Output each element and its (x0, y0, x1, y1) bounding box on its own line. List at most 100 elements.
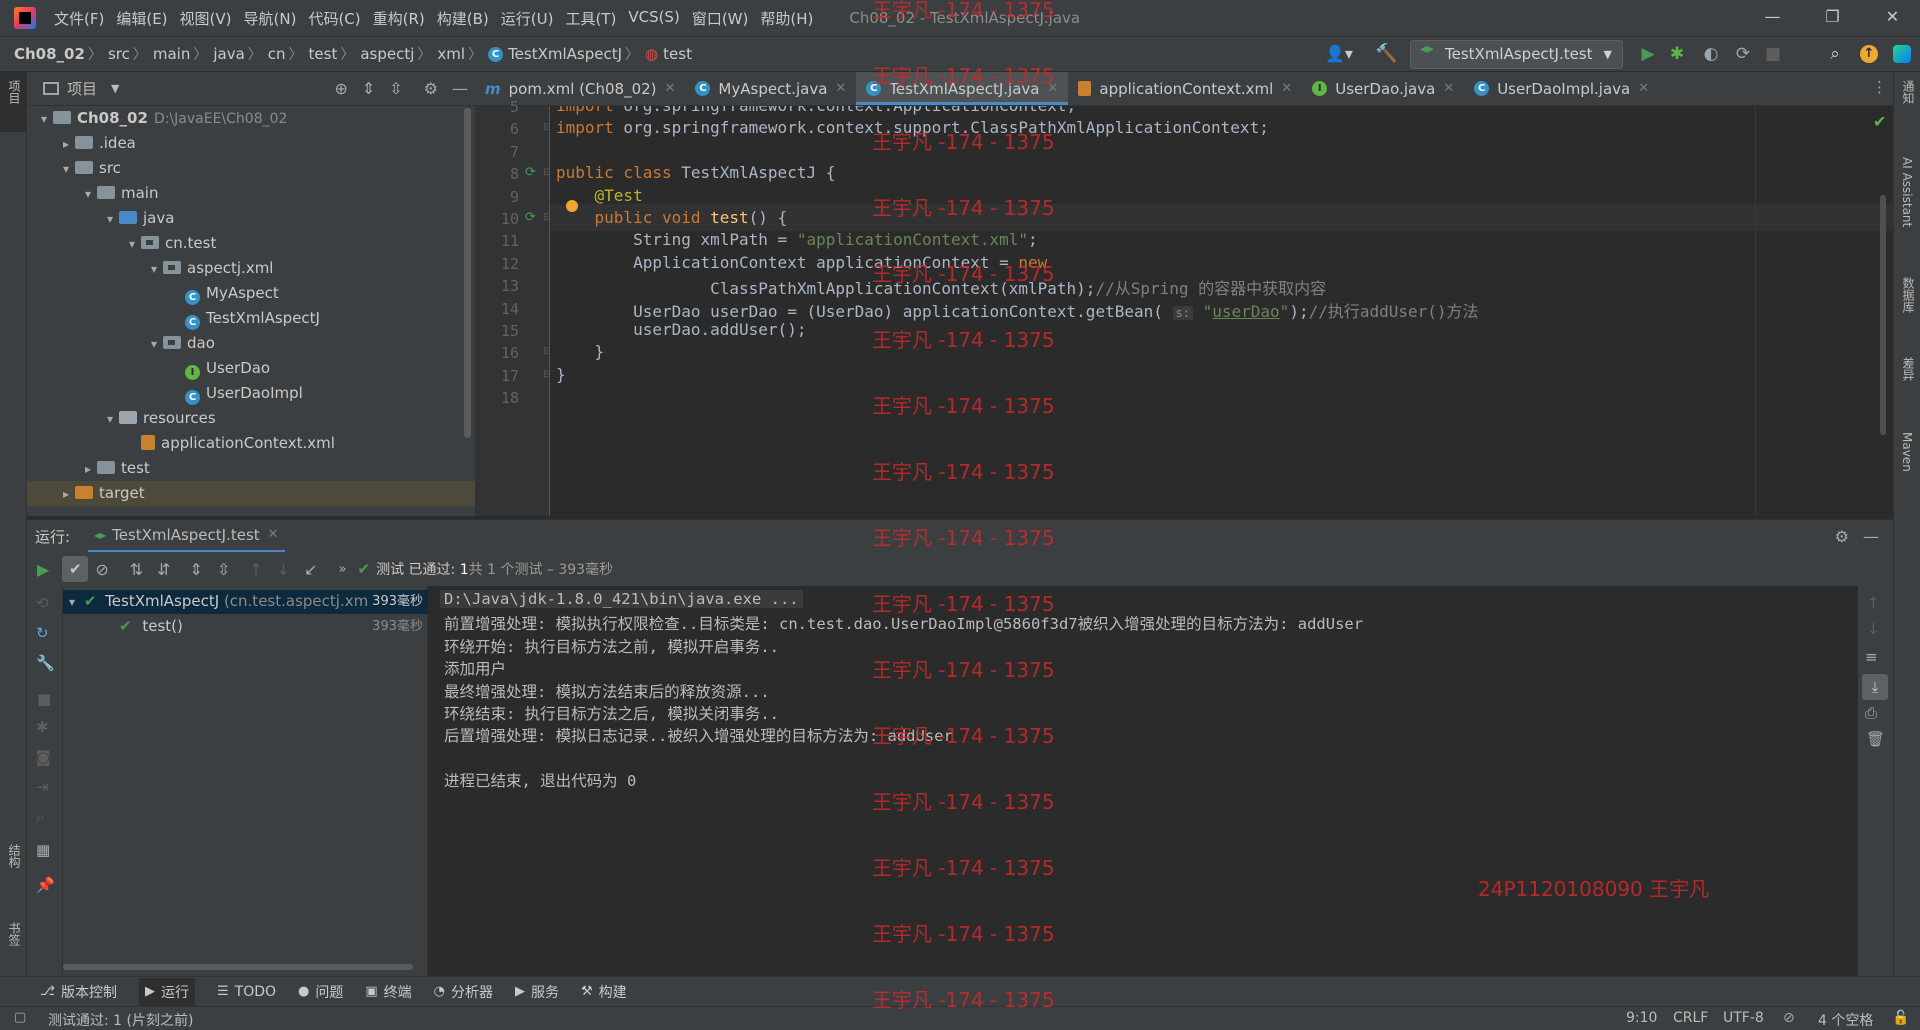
sort-alpha-icon[interactable]: ⇅ (130, 560, 143, 579)
menu-item-1[interactable]: 编辑(E) (116, 8, 167, 29)
editor-scrollbar[interactable] (1880, 195, 1886, 435)
breadcrumb-item[interactable]: test (663, 45, 692, 63)
next-failed-icon[interactable]: ↓ (277, 560, 290, 579)
locate-icon[interactable]: ⊕ (334, 79, 347, 98)
tree-item[interactable]: ▸ target (27, 481, 475, 506)
menu-item-8[interactable]: 工具(T) (565, 8, 616, 29)
breadcrumb-item[interactable]: Ch08_02 (14, 45, 85, 63)
tree-item[interactable]: C MyAspect (27, 281, 475, 306)
bottom-tab[interactable]: ⚒ 构建 (581, 982, 627, 1002)
console-output[interactable]: D:\Java\jdk-1.8.0_421\bin\java.exe ... 前置… (428, 586, 1858, 976)
stop-icon[interactable]: ■ (1762, 44, 1784, 64)
editor-tab[interactable]: C MyAspect.java ✕ (685, 72, 856, 105)
menu-item-9[interactable]: VCS(S) (628, 8, 679, 29)
code-line[interactable]: } (556, 365, 566, 384)
diff-tool-button[interactable]: 差异 (1900, 357, 1917, 381)
breadcrumb-item[interactable]: test (309, 45, 338, 63)
code-line[interactable]: public void test() { (556, 208, 788, 227)
search-icon[interactable]: ⌕ (36, 808, 44, 826)
menu-item-0[interactable]: 文件(F) (54, 8, 104, 29)
tree-h-scrollbar[interactable] (63, 964, 413, 970)
down-icon[interactable]: ↓ (1867, 620, 1880, 638)
chevron-icon[interactable]: ▾ (57, 157, 75, 182)
tree-item[interactable]: ▸ test (27, 456, 475, 481)
breadcrumb-item[interactable]: src (108, 45, 130, 63)
menu-item-2[interactable]: 视图(V) (180, 8, 232, 29)
more-icon[interactable]: » (339, 562, 347, 577)
structure-tool-button[interactable]: 结构 (6, 844, 23, 868)
breadcrumb-item[interactable]: java (213, 45, 244, 63)
bottom-tab[interactable]: ▣ 终端 (365, 982, 411, 1002)
caret-position[interactable]: 9:10 (1626, 1010, 1657, 1026)
tree-item[interactable]: ▾ Ch08_02 D:\JavaEE\Ch08_02 (27, 106, 475, 131)
status-message[interactable]: 测试通过: 1 (片刻之前) (48, 1010, 193, 1030)
chevron-icon[interactable]: ▸ (79, 457, 97, 482)
tree-item[interactable]: ▾ main (27, 181, 475, 206)
close-icon[interactable]: ✕ (665, 81, 676, 96)
minimize-button[interactable]: — (1745, 0, 1800, 36)
test-class-row[interactable]: ▾ ✔ TestXmlAspectJ (cn.test.aspectj.xm (69, 589, 368, 614)
tree-item[interactable]: ▸ .idea (27, 131, 475, 156)
tree-item[interactable]: I UserDao (27, 356, 475, 381)
show-passed-icon[interactable]: ✔ (62, 556, 89, 582)
chevron-icon[interactable]: ▾ (79, 182, 97, 207)
breadcrumb-item[interactable]: aspectj (360, 45, 414, 63)
bookmarks-tool-button[interactable]: 书签 (6, 922, 23, 946)
code-line[interactable]: } (556, 342, 605, 361)
chevron-icon[interactable]: ▾ (101, 207, 119, 232)
soft-wrap-icon[interactable]: ≡ (1865, 648, 1878, 666)
tree-item[interactable]: applicationContext.xml (27, 431, 475, 456)
bottom-tab[interactable]: ⎇ 版本控制 (40, 982, 117, 1002)
rerun-failed-icon[interactable]: ↻ (36, 624, 49, 642)
close-icon[interactable]: ✕ (835, 81, 846, 96)
editor-tab[interactable]: applicationContext.xml ✕ (1068, 72, 1302, 105)
expand-all-icon[interactable]: ⇕ (362, 79, 375, 98)
tree-item[interactable]: C TestXmlAspectJ (27, 306, 475, 331)
layout-icon[interactable]: ▦ (36, 841, 50, 859)
ai-assistant-tool-button[interactable]: AI Assistant (1900, 157, 1914, 227)
user-icon[interactable]: 👤▾ (1325, 44, 1353, 63)
tree-item[interactable]: ▾ resources (27, 406, 475, 431)
chevron-icon[interactable]: ▸ (57, 482, 75, 507)
trash-icon[interactable]: 🗑 (1866, 730, 1885, 748)
tree-item[interactable]: ▾ aspectj.xml (27, 256, 475, 281)
bottom-tab[interactable]: ▶ 服务 (515, 982, 559, 1002)
chevron-icon[interactable]: ▾ (101, 407, 119, 432)
breadcrumb-item[interactable]: TestXmlAspectJ (508, 45, 622, 63)
code-line[interactable]: UserDao userDao = (UserDao) applicationC… (556, 298, 1478, 322)
import-tests-icon[interactable]: ↙ (304, 560, 317, 579)
stop-icon[interactable]: ■ (37, 690, 51, 708)
coverage-icon[interactable]: ◐ (1700, 44, 1722, 64)
editor-tab[interactable]: I UserDao.java ✕ (1302, 72, 1464, 105)
tab-options-icon[interactable]: ⋮ (1872, 78, 1887, 96)
menu-item-7[interactable]: 运行(U) (501, 8, 554, 29)
hide-icon[interactable]: — (452, 79, 468, 98)
run-config-select[interactable]: TestXmlAspectJ.test ▼ (1410, 40, 1623, 69)
prev-failed-icon[interactable]: ↑ (249, 560, 262, 579)
updates-icon[interactable]: ↑ (1860, 45, 1878, 63)
file-encoding[interactable]: UTF-8 (1723, 1010, 1764, 1026)
project-tool-button[interactable]: 项目 (6, 80, 23, 104)
readonly-icon[interactable]: ⊘ (1783, 1010, 1795, 1026)
tree-scrollbar[interactable] (464, 108, 471, 438)
expand-all-icon[interactable]: ⇕ (190, 560, 203, 579)
collapse-all-icon[interactable]: ⇳ (389, 79, 402, 98)
breadcrumb-item[interactable]: xml (437, 45, 465, 63)
breadcrumb-item[interactable]: cn (268, 45, 286, 63)
code-line[interactable]: import org.springframework.context.Appli… (556, 106, 1076, 115)
database-tool-button[interactable]: 数据库 (1900, 277, 1917, 313)
rerun-icon[interactable]: ▶ (37, 560, 49, 579)
bottom-tab[interactable]: ● 问题 (298, 982, 343, 1002)
breadcrumb-item[interactable]: main (153, 45, 190, 63)
exit-icon[interactable]: ⇥ (36, 778, 49, 796)
restore-button[interactable]: ❐ (1805, 0, 1860, 36)
run-icon[interactable]: ▶ (1637, 44, 1659, 64)
run-gutter-icon[interactable]: ⟳ (525, 165, 536, 180)
pin-icon[interactable]: 📌 (36, 876, 55, 894)
chevron-icon[interactable]: ▾ (35, 107, 53, 132)
history-icon[interactable]: ⟲ (36, 594, 49, 612)
chevron-down-icon[interactable]: ▼ (111, 82, 119, 95)
menu-item-10[interactable]: 窗口(W) (692, 8, 749, 29)
close-icon[interactable]: ✕ (1443, 81, 1454, 96)
project-panel-title[interactable]: 项目 (67, 78, 97, 99)
